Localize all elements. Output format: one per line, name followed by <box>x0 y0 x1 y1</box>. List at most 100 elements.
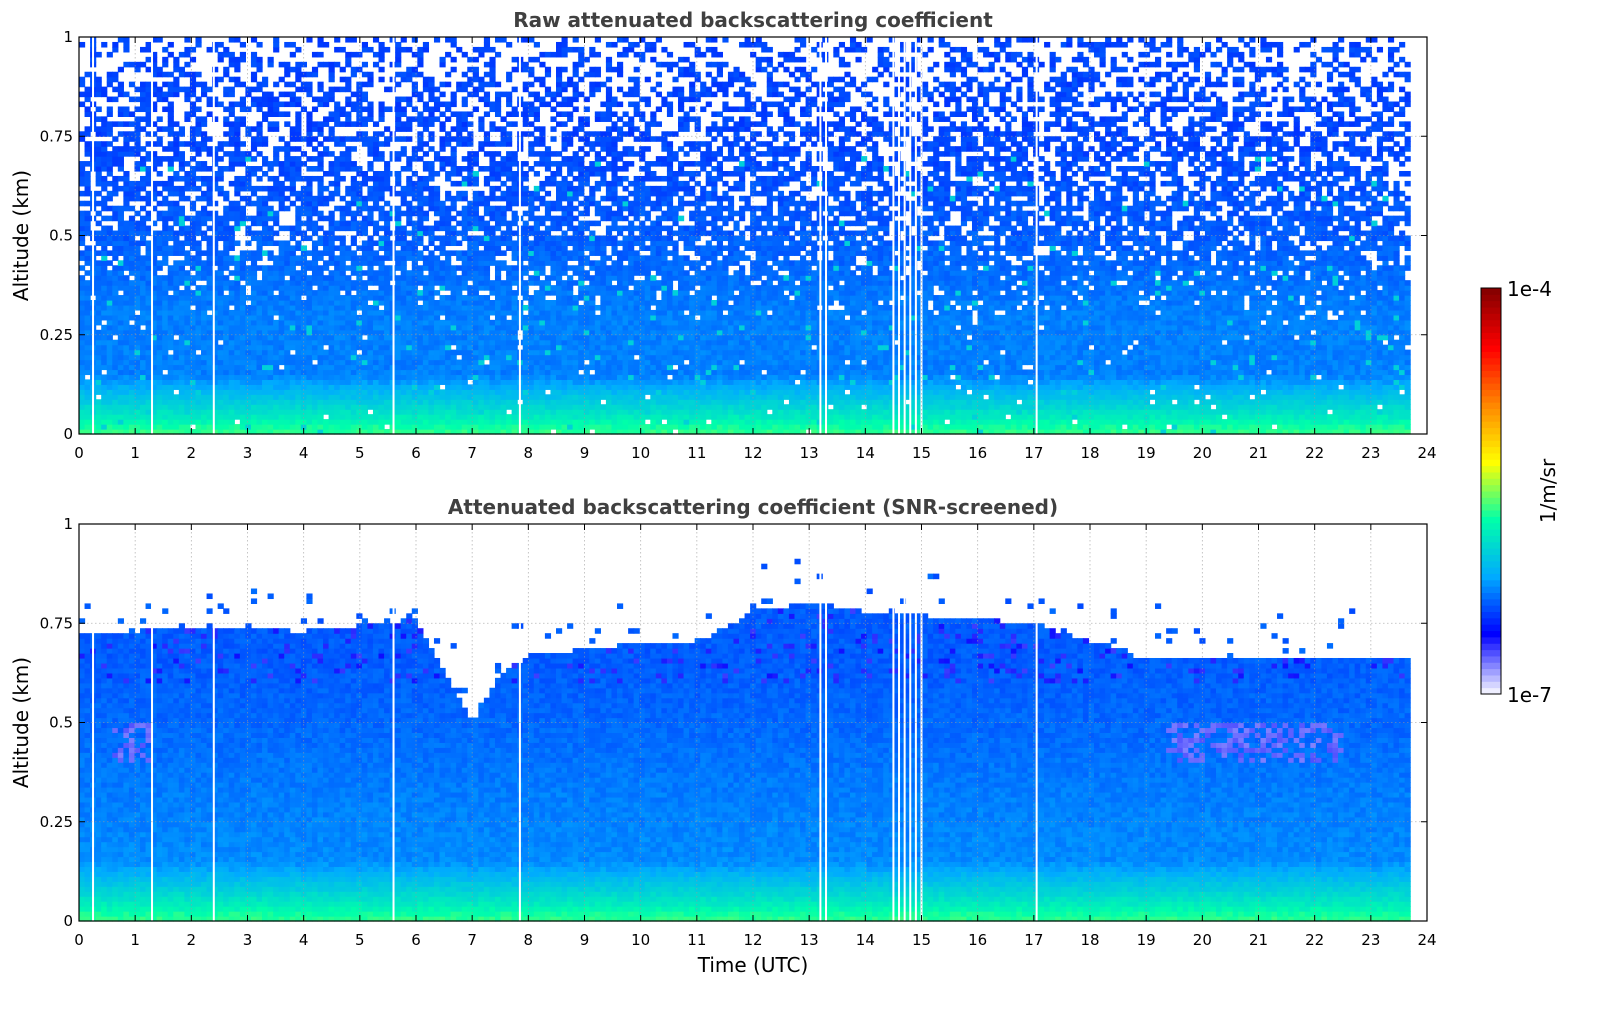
heatmap-cell <box>501 280 507 286</box>
heatmap-cell <box>462 87 468 93</box>
heatmap-cell <box>251 146 257 152</box>
heatmap-cell <box>484 394 490 400</box>
heatmap-cell <box>373 295 379 301</box>
heatmap-cell <box>340 310 346 316</box>
heatmap-cell <box>184 52 190 58</box>
heatmap-cell <box>184 325 190 331</box>
heatmap-cell <box>329 250 335 256</box>
heatmap-cell <box>140 97 146 103</box>
heatmap-cell <box>478 275 484 281</box>
heatmap-cell <box>140 280 146 286</box>
heatmap-cell <box>473 374 479 380</box>
heatmap-cell <box>512 374 518 380</box>
heatmap-cell <box>168 399 174 405</box>
heatmap-cell <box>162 62 168 68</box>
heatmap-cell <box>379 102 385 108</box>
heatmap-cell <box>478 389 484 395</box>
heatmap-cell <box>295 355 301 361</box>
heatmap-cell <box>85 92 91 98</box>
heatmap-cell <box>295 206 301 212</box>
heatmap-cell <box>168 394 174 400</box>
heatmap-cell <box>340 47 346 53</box>
heatmap-cell <box>195 399 201 405</box>
heatmap-cell <box>495 141 501 147</box>
heatmap-cell <box>401 275 407 281</box>
heatmap-cell <box>367 424 373 430</box>
heatmap-cell <box>334 221 340 227</box>
heatmap-cell <box>129 389 135 395</box>
heatmap-cell <box>401 379 407 385</box>
heatmap-cell <box>85 394 91 400</box>
heatmap-cell <box>412 156 418 162</box>
heatmap-cell <box>384 201 390 207</box>
heatmap-cell <box>501 196 507 202</box>
heatmap-cell <box>173 419 179 425</box>
heatmap-cell <box>512 151 518 157</box>
heatmap-cell <box>284 270 290 276</box>
heatmap-cell <box>340 156 346 162</box>
heatmap-cell <box>273 97 279 103</box>
heatmap-cell <box>329 320 335 326</box>
heatmap-cell <box>406 355 412 361</box>
heatmap-cell <box>334 315 340 321</box>
heatmap-cell <box>334 399 340 405</box>
heatmap-cell <box>157 320 163 326</box>
heatmap-cell <box>101 126 107 132</box>
heatmap-cell <box>162 365 168 371</box>
heatmap-cell <box>85 216 91 222</box>
heatmap-cell <box>146 345 152 351</box>
heatmap-cell <box>168 186 174 192</box>
heatmap-cell <box>96 151 102 157</box>
heatmap-cell <box>207 404 213 410</box>
heatmap-cell <box>112 181 118 187</box>
heatmap-cell <box>234 216 240 222</box>
heatmap-cell <box>384 335 390 341</box>
heatmap-cell <box>417 255 423 261</box>
heatmap-cell <box>101 201 107 207</box>
heatmap-cell <box>207 350 213 356</box>
heatmap-cell <box>367 350 373 356</box>
heatmap-cell <box>423 216 429 222</box>
heatmap-cell <box>379 176 385 182</box>
heatmap-cell <box>423 374 429 380</box>
heatmap-cell <box>423 87 429 93</box>
heatmap-cell <box>284 350 290 356</box>
heatmap-cell <box>118 365 124 371</box>
heatmap-cell <box>340 369 346 375</box>
heatmap-cell <box>162 255 168 261</box>
heatmap-cell <box>473 171 479 177</box>
heatmap-cell <box>412 295 418 301</box>
heatmap-cell <box>179 141 185 147</box>
heatmap-cell <box>195 409 201 415</box>
heatmap-cell <box>168 191 174 197</box>
heatmap-cell <box>306 379 312 385</box>
heatmap-cell <box>273 216 279 222</box>
heatmap-cell <box>401 404 407 410</box>
heatmap-cell <box>284 240 290 246</box>
heatmap-cell <box>501 166 507 172</box>
heatmap-cell <box>523 196 529 202</box>
heatmap-cell <box>168 280 174 286</box>
heatmap-cell <box>434 116 440 122</box>
heatmap-cell <box>351 384 357 390</box>
heatmap-cell <box>284 156 290 162</box>
heatmap-cell <box>312 67 318 73</box>
heatmap-cell <box>478 201 484 207</box>
heatmap-cell <box>173 191 179 197</box>
heatmap-cell <box>495 240 501 246</box>
heatmap-cell <box>462 399 468 405</box>
heatmap-cell <box>223 52 229 58</box>
heatmap-cell <box>417 369 423 375</box>
heatmap-cell <box>229 211 235 217</box>
heatmap-cell <box>284 141 290 147</box>
heatmap-cell <box>356 166 362 172</box>
heatmap-cell <box>312 399 318 405</box>
heatmap-cell <box>118 320 124 326</box>
heatmap-cell <box>379 67 385 73</box>
heatmap-cell <box>118 270 124 276</box>
heatmap-cell <box>367 345 373 351</box>
heatmap-cell <box>473 211 479 217</box>
heatmap-cell <box>534 186 540 192</box>
heatmap-cell <box>478 191 484 197</box>
heatmap-cell <box>395 226 401 232</box>
